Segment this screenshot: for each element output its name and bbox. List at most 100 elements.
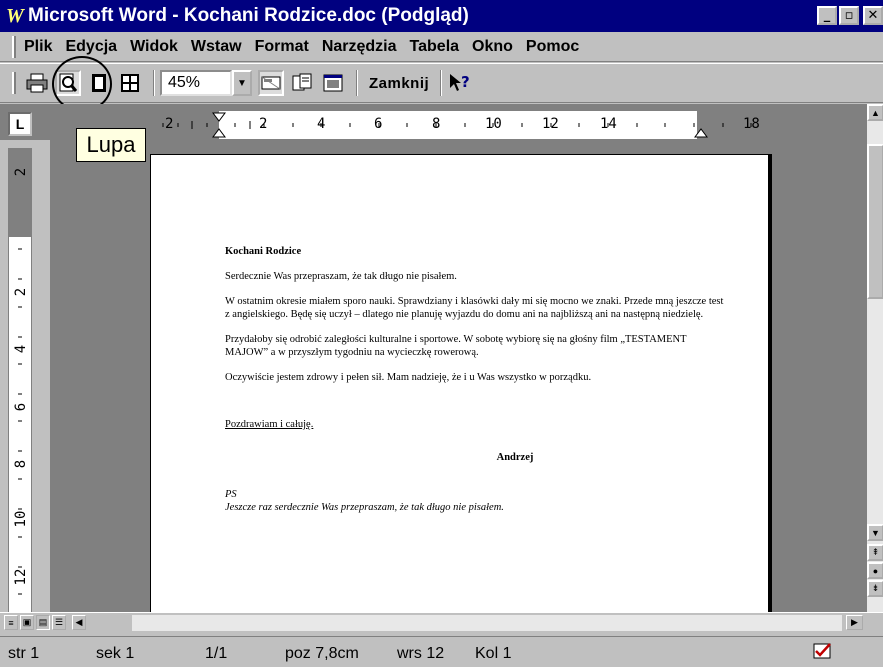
web-layout-button[interactable]: ▣ (20, 615, 34, 630)
toolbar-separator (440, 70, 443, 96)
multiple-pages-button[interactable] (117, 70, 143, 96)
horizontal-ruler[interactable]: 2 2 4 6 8 10 12 14 18 (148, 110, 778, 140)
minimize-button[interactable]: _ (817, 6, 837, 25)
restore-button[interactable]: ▫ (839, 6, 859, 25)
ruler-label: 18 (743, 116, 760, 132)
status-bar: str 1 sek 1 1/1 poz 7,8cm wrs 12 Kol 1 (0, 636, 883, 667)
horizontal-scroll-track[interactable] (132, 615, 842, 631)
next-page-button[interactable]: ⇟ (867, 580, 883, 597)
shrink-to-fit-button[interactable] (289, 70, 315, 96)
ruler-label: 2 (259, 116, 268, 132)
normal-view-icon: ≡ (8, 617, 14, 628)
ruler-label: 8 (13, 459, 29, 469)
menu-wstaw[interactable]: Wstaw (191, 38, 242, 56)
svg-text:?: ? (461, 73, 470, 91)
ruler-label: 6 (13, 402, 29, 412)
vertical-ruler[interactable]: 2 2 4 6 8 10 12 (8, 148, 32, 618)
preview-workspace: L 2 2 4 6 8 10 12 14 18 2 2 4 6 8 10 12 … (0, 104, 883, 618)
ruler-label: 12 (13, 568, 29, 586)
tooltip: Lupa (76, 128, 146, 162)
document-page[interactable]: Kochani Rodzice Serdecznie Was przeprasz… (150, 154, 768, 612)
menu-widok[interactable]: Widok (130, 38, 178, 56)
ruler-label: 2 (13, 167, 29, 177)
toolbar-separator (153, 70, 155, 96)
document-body: Kochani Rodzice Serdecznie Was przeprasz… (225, 245, 725, 526)
chevron-down-icon: ▼ (237, 77, 247, 89)
word-app-icon[interactable]: W (6, 5, 26, 28)
ruler-label: 8 (432, 116, 441, 132)
toolbar-separator (356, 70, 358, 96)
ruler-ticks (162, 112, 752, 138)
magnifier-button[interactable] (55, 70, 81, 96)
status-column: Kol 1 (475, 645, 512, 662)
close-window-button[interactable]: ✕ (863, 6, 883, 25)
one-page-button[interactable] (86, 70, 112, 96)
ruler-label: 14 (600, 116, 617, 132)
magnifier-icon (59, 73, 78, 92)
menu-narzedzia[interactable]: Narzędzia (322, 38, 397, 56)
paragraph-2: W ostatnim okresie miałem sporo nauki. S… (225, 296, 724, 320)
closing-line: Pozdrawiam i całuję. (225, 419, 314, 430)
shrink-to-fit-icon (292, 73, 312, 91)
help-pointer-icon: ? (450, 73, 470, 91)
menu-okno[interactable]: Okno (472, 38, 513, 56)
horizontal-scrollbar[interactable]: ≡ ▣ ▤ ☰ ◀ ▶ (0, 612, 883, 632)
status-pages: 1/1 (205, 645, 228, 662)
menu-grip[interactable] (12, 35, 16, 58)
vertical-scrollbar[interactable]: ▲ ▼ ⇞ ● ⇟ (866, 104, 883, 612)
signature: Andrzej (496, 452, 534, 463)
paragraph-3: Przydałoby się odrobić zaległości kultur… (225, 334, 687, 358)
one-page-icon (92, 74, 106, 92)
letter-heading: Kochani Rodzice (225, 246, 302, 257)
arrow-left-icon: ◀ (75, 617, 83, 627)
menu-plik[interactable]: Plik (24, 38, 52, 56)
arrow-right-icon: ▶ (851, 617, 858, 627)
web-layout-icon: ▣ (22, 617, 32, 627)
toolbar-grip[interactable] (12, 72, 16, 94)
ruler-label: 10 (485, 116, 502, 132)
browse-object-icon: ● (872, 565, 879, 576)
full-screen-button[interactable] (320, 70, 346, 96)
help-button[interactable]: ? (447, 70, 473, 96)
spelling-status-icon[interactable] (812, 642, 834, 662)
ruler-label: 4 (13, 344, 29, 354)
print-layout-button[interactable]: ▤ (36, 615, 50, 630)
status-section: sek 1 (96, 645, 135, 662)
paragraph-4: Oczywiście jestem zdrowy i pełen sił. Ma… (225, 372, 592, 383)
outline-view-button[interactable]: ☰ (52, 615, 66, 630)
ps-text: Jeszcze raz serdecznie Was przepraszam, … (225, 502, 504, 513)
previous-page-button[interactable]: ⇞ (867, 544, 883, 561)
ruler-label: 10 (13, 510, 29, 528)
menu-format[interactable]: Format (255, 38, 309, 56)
status-position: poz 7,8cm (285, 645, 359, 662)
menu-edycja[interactable]: Edycja (65, 38, 117, 56)
ps-label: PS (225, 489, 237, 500)
menu-tabela[interactable]: Tabela (410, 38, 460, 56)
zoom-dropdown-button[interactable]: ▼ (232, 70, 252, 96)
close-preview-button[interactable]: Zamknij (363, 69, 435, 97)
scroll-right-button[interactable]: ▶ (846, 615, 863, 630)
scroll-down-button[interactable]: ▼ (867, 524, 883, 541)
print-layout-icon: ▤ (38, 617, 48, 627)
ruler-label: 2 (13, 287, 29, 297)
multiple-pages-icon (121, 74, 139, 92)
status-line: wrs 12 (397, 645, 445, 662)
printer-icon (26, 73, 48, 93)
scroll-up-button[interactable]: ▲ (867, 104, 883, 121)
title-bar: W Microsoft Word - Kochani Rodzice.doc (… (0, 0, 883, 32)
vertical-ruler-ticks (18, 248, 22, 595)
scroll-thumb[interactable] (867, 144, 883, 299)
full-screen-icon (323, 74, 343, 92)
ruler-label: 12 (542, 116, 559, 132)
view-ruler-button[interactable] (258, 70, 284, 96)
paragraph-1: Serdecznie Was przepraszam, że tak długo… (225, 271, 457, 282)
tab-selector[interactable]: L (8, 112, 32, 136)
print-button[interactable] (24, 70, 50, 96)
ruler-label: 4 (317, 116, 326, 132)
normal-view-button[interactable]: ≡ (4, 615, 18, 630)
menu-pomoc[interactable]: Pomoc (526, 38, 579, 56)
select-browse-object-button[interactable]: ● (867, 562, 883, 579)
scroll-left-button[interactable]: ◀ (72, 615, 86, 630)
double-up-arrow-icon: ⇞ (871, 547, 880, 557)
zoom-input[interactable]: 45% (160, 70, 232, 96)
